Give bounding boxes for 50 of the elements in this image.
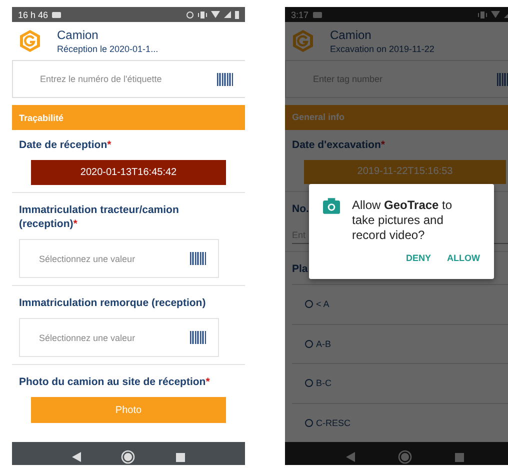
section-header: General info <box>285 105 508 130</box>
radio-button[interactable] <box>305 340 313 348</box>
field-label: Date de réception* <box>18 138 112 153</box>
dialog-message: Allow GeoTrace to take pictures and record video? <box>352 198 454 243</box>
placeholder-text: Entrez le numéro de l'étiquette <box>40 74 162 84</box>
radio-button[interactable] <box>305 300 313 308</box>
status-time: 16 h 46 <box>18 10 48 20</box>
barcode-icon[interactable] <box>217 72 233 86</box>
radio-option[interactable]: A-B <box>292 324 508 364</box>
field-label: Immatriculation tracteur/camion (reception)* <box>12 192 245 239</box>
field-label: Date d'excavation* <box>291 138 386 153</box>
radio-button[interactable] <box>305 379 313 388</box>
logo-icon <box>19 29 41 53</box>
header-title: Camion <box>57 28 100 42</box>
dialog-button[interactable]: ALLOW <box>447 253 480 263</box>
status-time: 3:17 <box>291 10 309 20</box>
radio-option[interactable]: < A <box>292 284 508 324</box>
back-icon[interactable] <box>72 452 82 462</box>
vibrate-icon <box>478 10 487 18</box>
date-button[interactable]: 2019-11-22T15:16:53 <box>304 160 506 184</box>
notification-icon <box>52 12 62 18</box>
placeholder-text: Sélectionnez une valeur <box>39 332 136 342</box>
radio-button[interactable] <box>305 418 313 427</box>
notification-icon <box>312 12 322 18</box>
home-icon[interactable] <box>121 450 136 464</box>
barcode-icon[interactable] <box>190 331 206 344</box>
vibrate-icon <box>198 10 207 18</box>
field-label: Immatriculation remorque (reception) <box>12 285 245 318</box>
dialog-button[interactable]: DENY <box>406 253 431 263</box>
header-subtitle: Réception le 2020-01-1... <box>57 44 158 54</box>
wifi-icon <box>211 11 220 18</box>
barcode-icon[interactable] <box>190 252 206 265</box>
battery-icon <box>235 10 239 18</box>
photo-button[interactable]: Photo <box>31 397 226 423</box>
wifi-icon <box>491 11 500 18</box>
recents-icon[interactable] <box>176 452 185 462</box>
header-title: Camion <box>330 28 372 42</box>
home-icon[interactable] <box>398 450 412 464</box>
placeholder-text: Sélectionnez une valeur <box>39 254 136 264</box>
section-header: Traçabilité <box>12 105 245 130</box>
tag-field[interactable]: Entrez le numéro de l'étiquette <box>12 61 245 98</box>
date-button[interactable]: 2020-01-13T16:45:42 <box>31 160 226 185</box>
logo-icon <box>292 29 314 53</box>
recents-icon[interactable] <box>454 452 464 462</box>
back-icon[interactable] <box>346 452 356 462</box>
select-field[interactable]: Sélectionnez une valeur <box>19 318 219 357</box>
radio-option[interactable]: B-C <box>292 363 508 403</box>
header-subtitle: Excavation on 2019-11-22 <box>330 44 434 54</box>
camera-icon <box>323 198 340 214</box>
select-field[interactable]: Sélectionnez une valeur <box>19 239 219 278</box>
